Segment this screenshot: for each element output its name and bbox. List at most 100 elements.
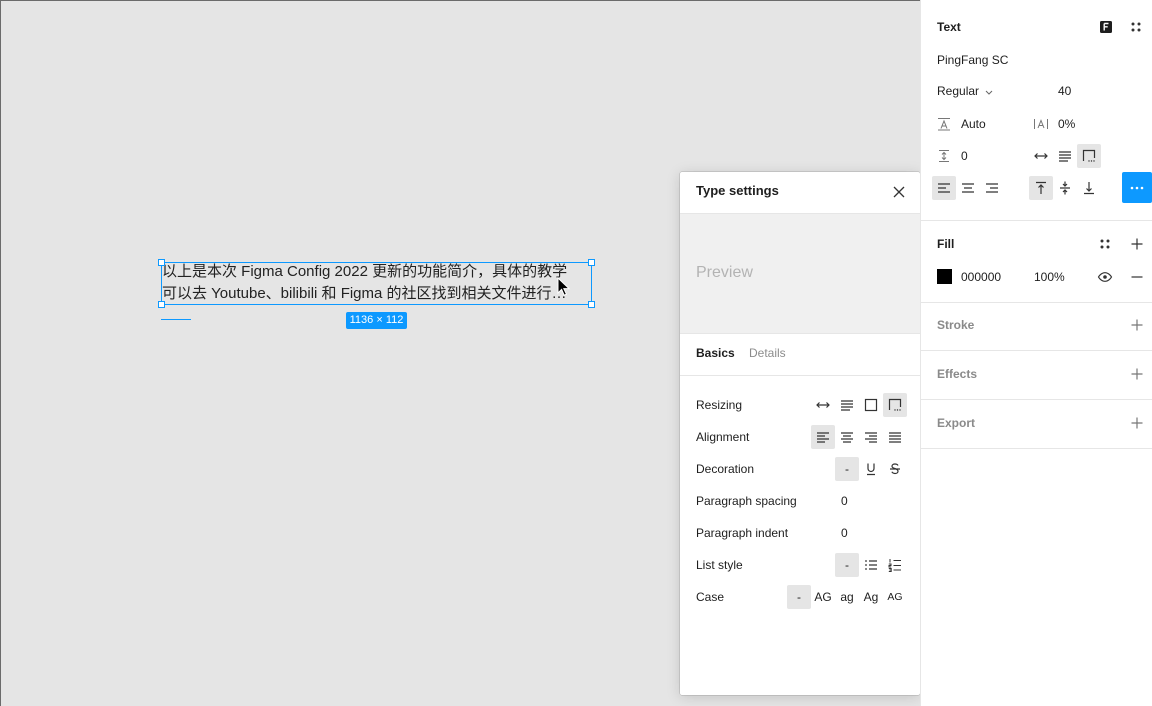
fill-styles-button[interactable]: [1093, 232, 1117, 256]
align-right-button[interactable]: [859, 425, 883, 449]
line-height-label: [932, 112, 956, 136]
section-divider: [921, 399, 1152, 400]
mouse-cursor-icon: [557, 277, 571, 296]
paragraph-spacing-icon: [939, 150, 949, 162]
truncate-text-icon: [888, 398, 902, 411]
panel-align-right-button[interactable]: [980, 176, 1004, 200]
chevron-down-icon[interactable]: [983, 86, 995, 98]
paragraph-spacing-field[interactable]: 0: [961, 148, 968, 164]
align-bottom-button[interactable]: [1077, 176, 1101, 200]
fill-hex-input[interactable]: 000000: [961, 269, 1001, 285]
section-divider: [921, 448, 1152, 449]
bulleted-list-button[interactable]: [859, 553, 883, 577]
eye-icon: [1097, 272, 1113, 282]
case-uppercase-button[interactable]: AG: [811, 585, 835, 609]
panel-auto-height-button[interactable]: [1053, 144, 1077, 168]
align-middle-button[interactable]: [1053, 176, 1077, 200]
numbered-list-icon: [888, 559, 901, 572]
align-left-icon: [817, 432, 829, 443]
plus-icon: [1131, 417, 1143, 429]
resizing-auto-width-button[interactable]: [811, 393, 835, 417]
font-size-input[interactable]: 40: [1058, 83, 1071, 99]
text-style-grid-button[interactable]: [1124, 15, 1148, 39]
align-justify-button[interactable]: [883, 425, 907, 449]
panel-align-center-button[interactable]: [956, 176, 980, 200]
paragraph-indent-input[interactable]: 0: [841, 525, 848, 541]
truncate-text-icon: [1082, 149, 1096, 162]
resizing-fixed-size-button[interactable]: [859, 393, 883, 417]
panel-align-left-button[interactable]: [932, 176, 956, 200]
decoration-none-button[interactable]: -: [835, 457, 859, 481]
align-left-icon: [938, 183, 950, 193]
case-none-button[interactable]: -: [787, 585, 811, 609]
panel-truncate-button[interactable]: [1077, 144, 1101, 168]
fill-visibility-toggle[interactable]: [1093, 265, 1117, 289]
align-center-button[interactable]: [835, 425, 859, 449]
case-small-caps-button[interactable]: AG: [883, 585, 907, 609]
section-divider: [921, 220, 1152, 221]
resize-handle-bottom-left[interactable]: [158, 301, 165, 308]
add-effect-button[interactable]: [1125, 362, 1149, 386]
case-label: Case: [696, 590, 725, 604]
selected-text-layer[interactable]: 以上是本次 Figma Config 2022 更新的功能简介，具体的教学 可以…: [161, 262, 592, 305]
type-settings-panel: Type settings Preview Basics Details Res…: [680, 172, 920, 695]
line-height-input[interactable]: Auto: [961, 116, 986, 132]
decoration-label: Decoration: [696, 462, 755, 476]
tab-basics[interactable]: Basics: [696, 345, 735, 361]
type-preview: Preview: [680, 213, 920, 334]
case-lowercase-button[interactable]: ag: [835, 585, 859, 609]
text-section-heading: Text: [937, 20, 961, 34]
resize-handle-top-left[interactable]: [158, 259, 165, 266]
remove-fill-button[interactable]: [1125, 265, 1149, 289]
align-center-icon: [841, 432, 853, 443]
paragraph-spacing-input[interactable]: 0: [841, 493, 848, 509]
type-settings-title: Type settings: [696, 183, 779, 198]
text-layer-line-2: 可以去 Youtube、bilibili 和 Figma 的社区找到相关文件进行…: [162, 285, 567, 302]
alignment-label: Alignment: [696, 430, 750, 444]
style-grid-icon: [1131, 22, 1141, 32]
numbered-list-button[interactable]: [883, 553, 907, 577]
add-fill-button[interactable]: [1125, 232, 1149, 256]
design-properties-panel: Text PingFang SC Regular 40 Auto 0% 0 Fi…: [920, 0, 1152, 706]
tab-details[interactable]: Details: [749, 345, 786, 361]
fill-opacity-input[interactable]: 100%: [1034, 269, 1065, 285]
strikethrough-button[interactable]: [883, 457, 907, 481]
list-style-none-button[interactable]: -: [835, 553, 859, 577]
auto-width-icon: [1034, 153, 1048, 159]
add-export-button[interactable]: [1125, 411, 1149, 435]
plus-icon: [1131, 238, 1143, 250]
align-left-button[interactable]: [811, 425, 835, 449]
type-settings-more-button[interactable]: [1122, 172, 1152, 203]
panel-auto-width-button[interactable]: [1029, 144, 1053, 168]
text-baseline-indicator: [161, 319, 191, 320]
preview-label: Preview: [696, 264, 753, 281]
plus-icon: [1131, 319, 1143, 331]
resizing-auto-height-button[interactable]: [835, 393, 859, 417]
close-button[interactable]: [887, 180, 911, 204]
font-family-dropdown[interactable]: PingFang SC: [937, 52, 1008, 68]
case-titlecase-button[interactable]: Ag: [859, 585, 883, 609]
tabs-divider: [680, 375, 920, 376]
underline-button[interactable]: [859, 457, 883, 481]
fixed-size-icon: [864, 398, 878, 412]
align-top-button[interactable]: [1029, 176, 1053, 200]
bulleted-list-icon: [865, 560, 877, 570]
add-stroke-button[interactable]: [1125, 313, 1149, 337]
auto-height-icon: [1059, 151, 1071, 162]
minus-icon: [1131, 276, 1143, 278]
resizing-truncate-button[interactable]: [883, 393, 907, 417]
resize-handle-top-right[interactable]: [588, 259, 595, 266]
align-bottom-icon: [1084, 182, 1094, 195]
strikethrough-icon: [890, 463, 900, 475]
align-right-icon: [986, 183, 998, 193]
text-styles-button[interactable]: [1094, 15, 1118, 39]
export-section-heading: Export: [937, 416, 976, 430]
section-divider: [921, 350, 1152, 351]
letter-spacing-label: [1029, 112, 1053, 136]
font-weight-dropdown[interactable]: Regular: [937, 83, 979, 99]
fill-color-swatch[interactable]: [937, 269, 952, 284]
fill-section-heading: Fill: [937, 237, 955, 251]
resize-handle-bottom-right[interactable]: [588, 301, 595, 308]
style-grid-icon: [1100, 239, 1110, 249]
letter-spacing-input[interactable]: 0%: [1058, 116, 1075, 132]
